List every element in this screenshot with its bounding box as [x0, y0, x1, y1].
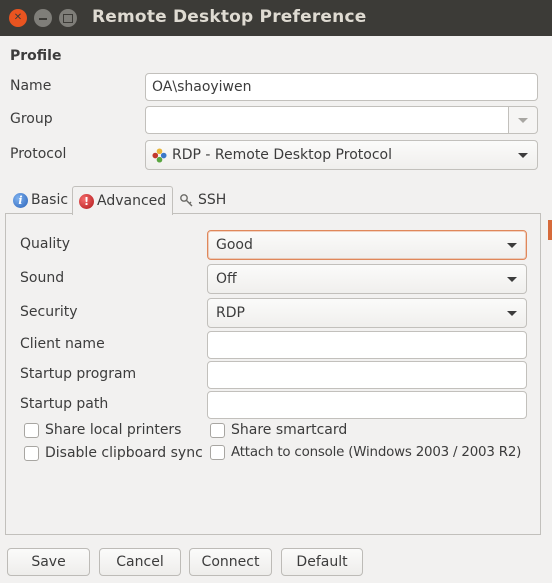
- tab-bar: i Basic ! Advanced SSH: [5, 186, 541, 215]
- protocol-value: RDP - Remote Desktop Protocol: [172, 147, 392, 163]
- cancel-button[interactable]: Cancel: [99, 548, 181, 576]
- startup-path-input[interactable]: [207, 391, 527, 419]
- sound-select[interactable]: Off: [207, 264, 527, 294]
- protocol-select[interactable]: RDP - Remote Desktop Protocol: [145, 140, 538, 170]
- tab-basic[interactable]: i Basic: [7, 186, 74, 214]
- tab-ssh[interactable]: SSH: [173, 186, 232, 214]
- quality-value: Good: [216, 237, 253, 253]
- rdp-protocol-icon: [152, 148, 167, 163]
- window-title: Remote Desktop Preference: [92, 7, 367, 27]
- name-input[interactable]: OA\shaoyiwen: [145, 73, 538, 101]
- security-select[interactable]: RDP: [207, 298, 527, 328]
- tab-ssh-label: SSH: [198, 192, 227, 208]
- share-smartcard-checkbox[interactable]: [210, 422, 225, 438]
- minimize-window-button[interactable]: [34, 9, 52, 27]
- share-printers-option[interactable]: Share local printers: [24, 422, 181, 438]
- protocol-label: Protocol: [10, 146, 67, 162]
- maximize-window-button[interactable]: [59, 9, 77, 27]
- chevron-down-icon: [518, 153, 528, 158]
- close-window-button[interactable]: [9, 9, 27, 27]
- startup-program-input[interactable]: [207, 361, 527, 389]
- group-input[interactable]: [145, 106, 509, 134]
- tab-advanced-label: Advanced: [97, 193, 167, 209]
- title-bar: Remote Desktop Preference: [0, 0, 552, 36]
- tab-basic-label: Basic: [31, 192, 69, 208]
- attach-console-label: Attach to console (Windows 2003 / 2003 R…: [231, 445, 522, 460]
- client-name-label: Client name: [20, 336, 105, 352]
- key-icon: [180, 194, 193, 207]
- chevron-down-icon: [518, 117, 528, 123]
- share-printers-checkbox[interactable]: [24, 422, 39, 438]
- sound-value: Off: [216, 271, 237, 287]
- background-window-edge: [548, 220, 552, 240]
- share-printers-label: Share local printers: [45, 422, 182, 438]
- attach-console-checkbox[interactable]: [210, 445, 225, 460]
- sound-label: Sound: [20, 270, 65, 286]
- client-name-input[interactable]: [207, 331, 527, 359]
- disable-clipboard-option[interactable]: Disable clipboard sync: [24, 445, 203, 461]
- chevron-down-icon: [507, 277, 517, 282]
- startup-program-label: Startup program: [20, 366, 137, 382]
- quality-select[interactable]: Good: [207, 230, 527, 260]
- security-value: RDP: [216, 305, 245, 321]
- disable-clipboard-label: Disable clipboard sync: [45, 445, 203, 461]
- profile-heading: Profile: [10, 48, 62, 64]
- chevron-down-icon: [507, 311, 517, 316]
- attach-console-option[interactable]: Attach to console (Windows 2003 / 2003 R…: [210, 445, 521, 460]
- chevron-down-icon: [507, 243, 517, 248]
- group-label: Group: [10, 111, 53, 127]
- disable-clipboard-checkbox[interactable]: [24, 445, 39, 461]
- startup-path-label: Startup path: [20, 396, 109, 412]
- share-smartcard-option[interactable]: Share smartcard: [210, 422, 347, 438]
- share-smartcard-label: Share smartcard: [231, 422, 348, 438]
- group-dropdown-button[interactable]: [508, 106, 538, 134]
- info-icon: i: [13, 192, 28, 208]
- security-label: Security: [20, 304, 78, 320]
- warning-icon: !: [79, 193, 94, 209]
- connect-button[interactable]: Connect: [189, 548, 272, 576]
- name-label: Name: [10, 78, 52, 94]
- default-button[interactable]: Default: [281, 548, 363, 576]
- tab-advanced[interactable]: ! Advanced: [72, 186, 174, 215]
- save-button[interactable]: Save: [7, 548, 90, 576]
- quality-label: Quality: [20, 236, 71, 252]
